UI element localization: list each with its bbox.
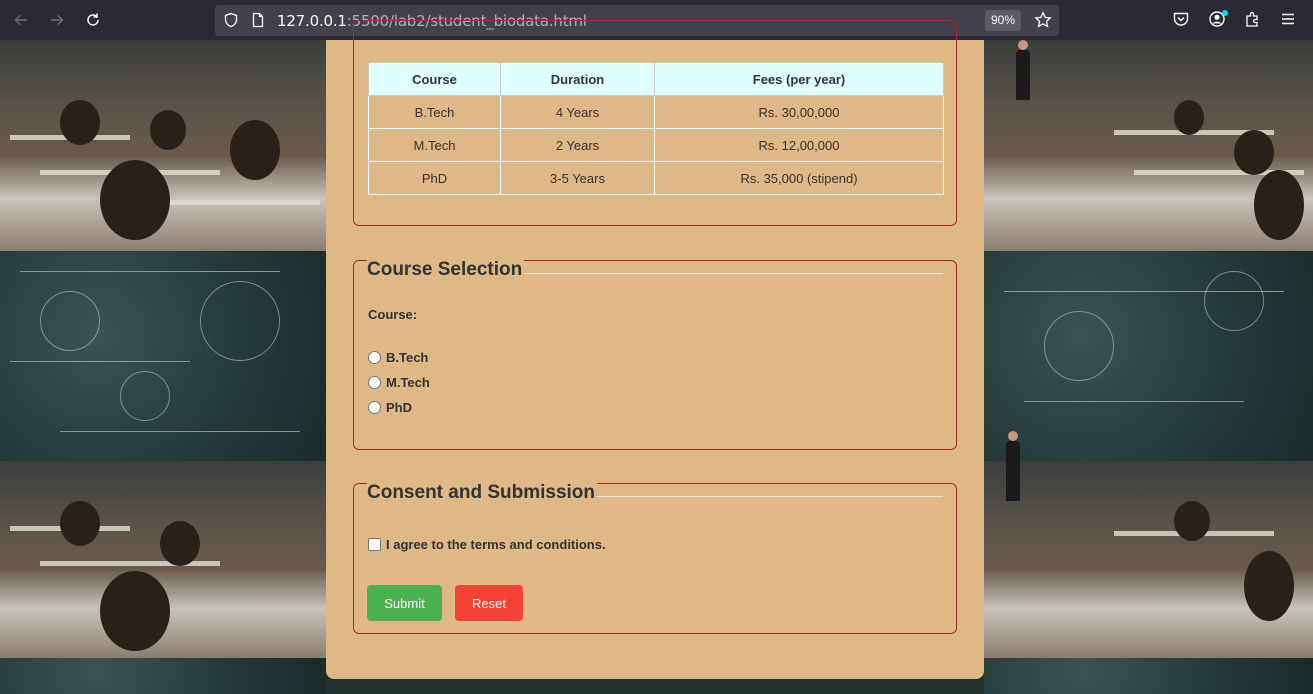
biodata-form: Course Duration Fees (per year) B.Tech 4…: [326, 20, 984, 679]
column-header: Fees (per year): [654, 62, 944, 96]
radio-button[interactable]: [368, 376, 381, 389]
radio-button[interactable]: [368, 401, 381, 414]
radio-label[interactable]: PhD: [386, 400, 412, 415]
table-cell: 3-5 Years: [500, 161, 655, 195]
table-row: PhD 3-5 Years Rs. 35,000 (stipend): [368, 161, 944, 195]
terms-checkbox-row[interactable]: I agree to the terms and conditions.: [368, 537, 606, 552]
reset-button[interactable]: Reset: [455, 585, 523, 621]
section-legend: Consent and Submission: [367, 482, 598, 504]
consent-section: Consent and Submission I agree to the te…: [353, 482, 957, 634]
bookmark-star-icon[interactable]: [1034, 11, 1052, 29]
table-row: B.Tech 4 Years Rs. 30,00,000: [368, 95, 944, 129]
table-cell: B.Tech: [368, 95, 501, 129]
column-header: Duration: [500, 62, 655, 96]
table-cell: PhD: [368, 161, 501, 195]
radio-mtech[interactable]: M.Tech: [368, 375, 430, 390]
table-cell: Rs. 12,00,000: [654, 128, 944, 162]
extensions-icon[interactable]: [1244, 10, 1262, 28]
table-cell: Rs. 30,00,000: [654, 95, 944, 129]
course-fees-section: Course Duration Fees (per year) B.Tech 4…: [353, 20, 957, 226]
section-legend: Course Selection: [367, 259, 525, 281]
background-chalkboard-image: [0, 251, 326, 461]
background-classroom-image: [0, 40, 326, 251]
table-cell: 4 Years: [500, 95, 655, 129]
shield-icon[interactable]: [223, 12, 239, 28]
reload-icon[interactable]: [81, 8, 105, 32]
table-cell: Rs. 35,000 (stipend): [654, 161, 944, 195]
terms-label[interactable]: I agree to the terms and conditions.: [386, 537, 606, 552]
terms-checkbox[interactable]: [368, 538, 381, 551]
column-header: Course: [368, 62, 501, 96]
zoom-level-badge[interactable]: 90%: [985, 10, 1022, 31]
radio-label[interactable]: B.Tech: [386, 350, 428, 365]
course-fees-table: Course Duration Fees (per year) B.Tech 4…: [368, 62, 944, 195]
course-selection-section: Course Selection Course: B.Tech M.Tech P…: [353, 259, 957, 450]
background-classroom-image: [984, 40, 1313, 251]
background-chalkboard-image: [984, 251, 1313, 461]
pocket-icon[interactable]: [1172, 10, 1190, 28]
table-row: M.Tech 2 Years Rs. 12,00,000: [368, 128, 944, 162]
submit-button[interactable]: Submit: [367, 585, 442, 621]
forward-icon[interactable]: [45, 8, 69, 32]
back-icon[interactable]: [9, 8, 33, 32]
radio-button[interactable]: [368, 351, 381, 364]
background-classroom-image: [0, 461, 326, 658]
table-header-row: Course Duration Fees (per year): [368, 62, 944, 96]
background-chalkboard-image: [984, 658, 1313, 694]
table-cell: M.Tech: [368, 128, 501, 162]
background-chalkboard-image: [0, 658, 326, 694]
background-classroom-image: [984, 431, 1313, 658]
radio-label[interactable]: M.Tech: [386, 375, 430, 390]
table-cell: 2 Years: [500, 128, 655, 162]
page-icon[interactable]: [250, 12, 266, 28]
notification-dot: [1222, 10, 1228, 16]
menu-icon[interactable]: [1279, 10, 1297, 28]
radio-btech[interactable]: B.Tech: [368, 350, 428, 365]
radio-phd[interactable]: PhD: [368, 400, 412, 415]
course-label: Course:: [368, 307, 418, 322]
